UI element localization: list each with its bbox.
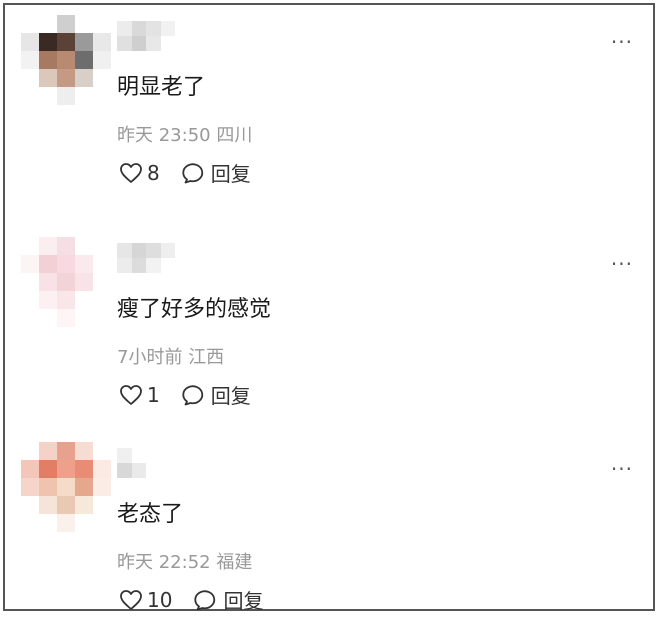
reply-label: 回复 [210,162,251,186]
username-blurred[interactable] [117,21,175,51]
comment-time: 7小时前 [117,347,183,368]
speech-bubble-icon [182,384,203,405]
comment-location: 四川 [216,125,253,146]
reply-label: 回复 [210,384,251,408]
comment-item: ··· 瘦了好多的感觉 7小时前 江西 1 回复 [5,237,653,437]
avatar[interactable] [21,15,111,105]
heart-outline-icon [120,162,142,183]
username-blurred[interactable] [117,243,175,273]
comment-item: ··· 明显老了 昨天 23:50 四川 8 回复 [5,15,653,215]
like-button[interactable]: 10 [119,588,172,612]
comment-text: 明显老了 [117,75,206,100]
comment-list: ··· 明显老了 昨天 23:50 四川 8 回复 ··· 瘦了好多的感觉 7小… [3,3,655,613]
comment-location: 福建 [216,552,253,573]
comment-time: 昨天 23:50 [117,125,211,146]
heart-outline-icon [120,384,142,405]
comment-item: ··· 老态了 昨天 22:52 福建 10 回复 [5,442,653,642]
comment-text: 瘦了好多的感觉 [117,297,272,322]
more-dots-icon[interactable]: ··· [611,254,633,274]
heart-outline-icon [120,589,142,610]
avatar[interactable] [21,442,111,532]
avatar[interactable] [21,237,111,327]
reply-button[interactable]: 回复 [182,158,251,187]
speech-bubble-icon [182,162,203,183]
more-dots-icon[interactable]: ··· [611,459,633,479]
comment-meta: 昨天 23:50 四川 [117,121,252,147]
reply-label: 回复 [223,589,264,613]
like-count: 1 [147,382,160,407]
reply-button[interactable]: 回复 [194,585,263,614]
like-button[interactable]: 1 [119,383,160,407]
comment-location: 江西 [188,347,225,368]
like-button[interactable]: 8 [119,161,160,185]
speech-bubble-icon [194,589,216,610]
username-blurred[interactable] [117,448,175,478]
comment-actions: 8 回复 [119,158,251,187]
comment-text: 老态了 [117,502,184,527]
like-count: 10 [147,587,173,612]
comment-actions: 1 回复 [119,380,251,409]
like-count: 8 [147,160,160,185]
reply-button[interactable]: 回复 [182,380,251,409]
comment-meta: 7小时前 江西 [117,343,224,369]
more-dots-icon[interactable]: ··· [611,32,633,52]
comment-actions: 10 回复 [119,585,263,614]
comment-meta: 昨天 22:52 福建 [117,548,252,574]
comment-time: 昨天 22:52 [117,552,211,573]
